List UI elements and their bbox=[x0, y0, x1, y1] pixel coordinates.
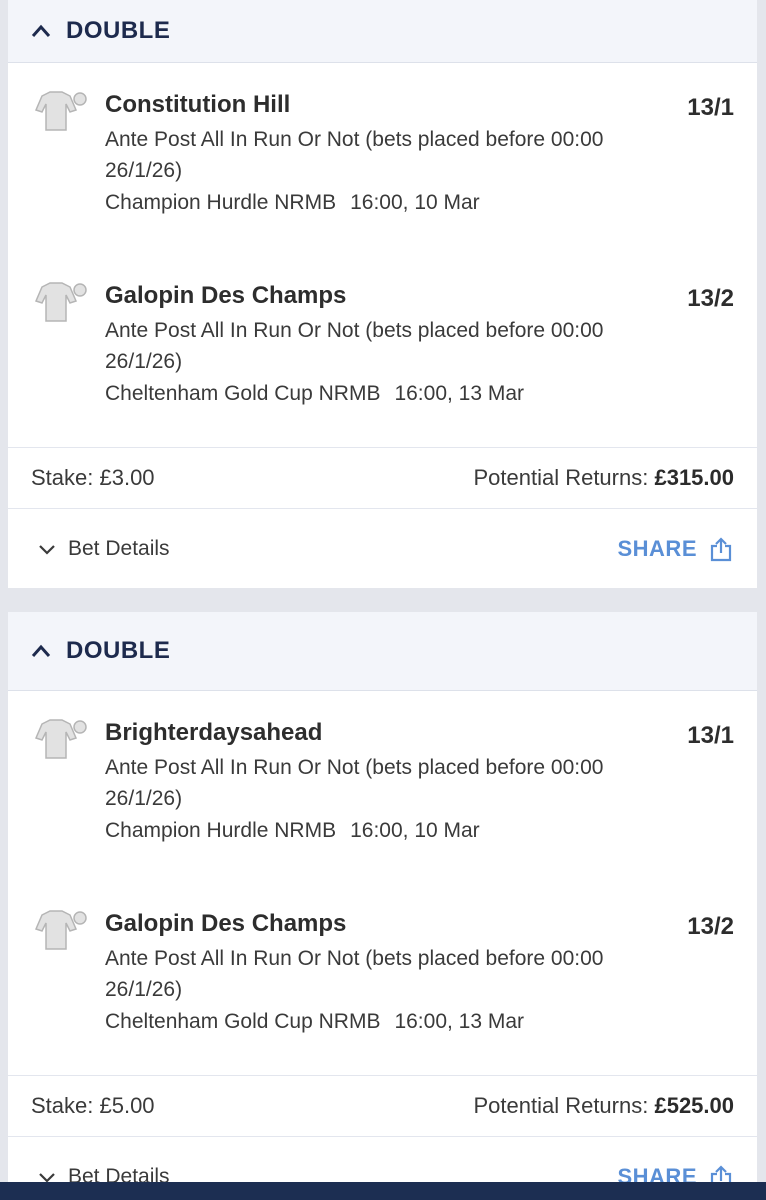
event-time: 16:00, 10 Mar bbox=[350, 191, 480, 214]
event-info: Cheltenham Gold Cup NRMB 16:00, 13 Mar bbox=[105, 1007, 733, 1037]
market-name: Ante Post All In Run Or Not (bets placed… bbox=[105, 756, 604, 810]
odds: 13/2 bbox=[687, 285, 734, 312]
returns-value: £315.00 bbox=[654, 465, 734, 490]
selection: Galopin Des Champs 13/2 Ante Post All In… bbox=[8, 909, 757, 1037]
bottom-navigation-bar bbox=[0, 1182, 766, 1200]
bet-details-row: Bet Details SHARE bbox=[8, 510, 757, 588]
returns-label: Potential Returns: bbox=[473, 1093, 649, 1118]
bet-card-header[interactable]: DOUBLE bbox=[8, 0, 757, 63]
horse-name: Brighterdaysahead bbox=[105, 719, 323, 746]
event-name: Cheltenham Gold Cup NRMB bbox=[105, 1010, 381, 1033]
share-icon bbox=[710, 537, 732, 562]
jockey-silk-icon bbox=[34, 910, 87, 950]
odds: 13/1 bbox=[687, 94, 734, 121]
bet-card: DOUBLE Brighterdaysahead 13/1 Ante Post … bbox=[8, 612, 757, 1200]
event-time: 16:00, 13 Mar bbox=[394, 382, 525, 405]
stake-row: Stake: £3.00 Potential Returns: £315.00 bbox=[8, 447, 757, 509]
selection: Galopin Des Champs 13/2 Ante Post All In… bbox=[8, 281, 757, 409]
chevron-down-icon bbox=[39, 545, 55, 555]
bet-card-header[interactable]: DOUBLE bbox=[8, 612, 757, 691]
bet-type-label: DOUBLE bbox=[66, 637, 171, 664]
share-button[interactable]: SHARE bbox=[617, 536, 733, 562]
event-time: 16:00, 13 Mar bbox=[394, 1010, 525, 1033]
selection: Constitution Hill 13/1 Ante Post All In … bbox=[8, 90, 757, 218]
potential-returns: Potential Returns: £315.00 bbox=[473, 465, 734, 491]
jockey-silk-icon bbox=[34, 719, 87, 759]
returns-value: £525.00 bbox=[654, 1093, 734, 1118]
horse-name: Galopin Des Champs bbox=[105, 282, 347, 309]
odds: 13/1 bbox=[687, 722, 734, 749]
stake-amount: Stake: £5.00 bbox=[31, 1093, 155, 1118]
event-info: Cheltenham Gold Cup NRMB 16:00, 13 Mar bbox=[105, 379, 733, 409]
odds: 13/2 bbox=[687, 913, 734, 940]
potential-returns: Potential Returns: £525.00 bbox=[473, 1093, 734, 1119]
share-label: SHARE bbox=[617, 536, 697, 561]
bet-type-label: DOUBLE bbox=[66, 17, 171, 44]
chevron-up-icon[interactable] bbox=[31, 24, 51, 38]
jockey-silk-icon bbox=[34, 91, 87, 131]
market-name: Ante Post All In Run Or Not (bets placed… bbox=[105, 128, 604, 182]
event-name: Champion Hurdle NRMB bbox=[105, 191, 337, 214]
returns-label: Potential Returns: bbox=[473, 465, 649, 490]
event-time: 16:00, 10 Mar bbox=[350, 819, 480, 842]
stake-row: Stake: £5.00 Potential Returns: £525.00 bbox=[8, 1075, 757, 1137]
bet-details-label: Bet Details bbox=[68, 537, 170, 560]
event-name: Champion Hurdle NRMB bbox=[105, 819, 337, 842]
event-name: Cheltenham Gold Cup NRMB bbox=[105, 382, 381, 405]
selection: Brighterdaysahead 13/1 Ante Post All In … bbox=[8, 718, 757, 846]
bet-details-toggle[interactable]: Bet Details bbox=[38, 537, 170, 561]
horse-name: Constitution Hill bbox=[105, 91, 291, 118]
jockey-silk-icon bbox=[34, 282, 87, 322]
bet-card: DOUBLE Constitution Hill 13/1 Ante Post … bbox=[8, 0, 757, 588]
market-name: Ante Post All In Run Or Not (bets placed… bbox=[105, 947, 604, 1001]
stake-amount: Stake: £3.00 bbox=[31, 465, 155, 490]
event-info: Champion Hurdle NRMB 16:00, 10 Mar bbox=[105, 816, 733, 846]
market-name: Ante Post All In Run Or Not (bets placed… bbox=[105, 319, 604, 373]
event-info: Champion Hurdle NRMB 16:00, 10 Mar bbox=[105, 188, 733, 218]
horse-name: Galopin Des Champs bbox=[105, 910, 347, 937]
chevron-up-icon[interactable] bbox=[31, 644, 51, 658]
